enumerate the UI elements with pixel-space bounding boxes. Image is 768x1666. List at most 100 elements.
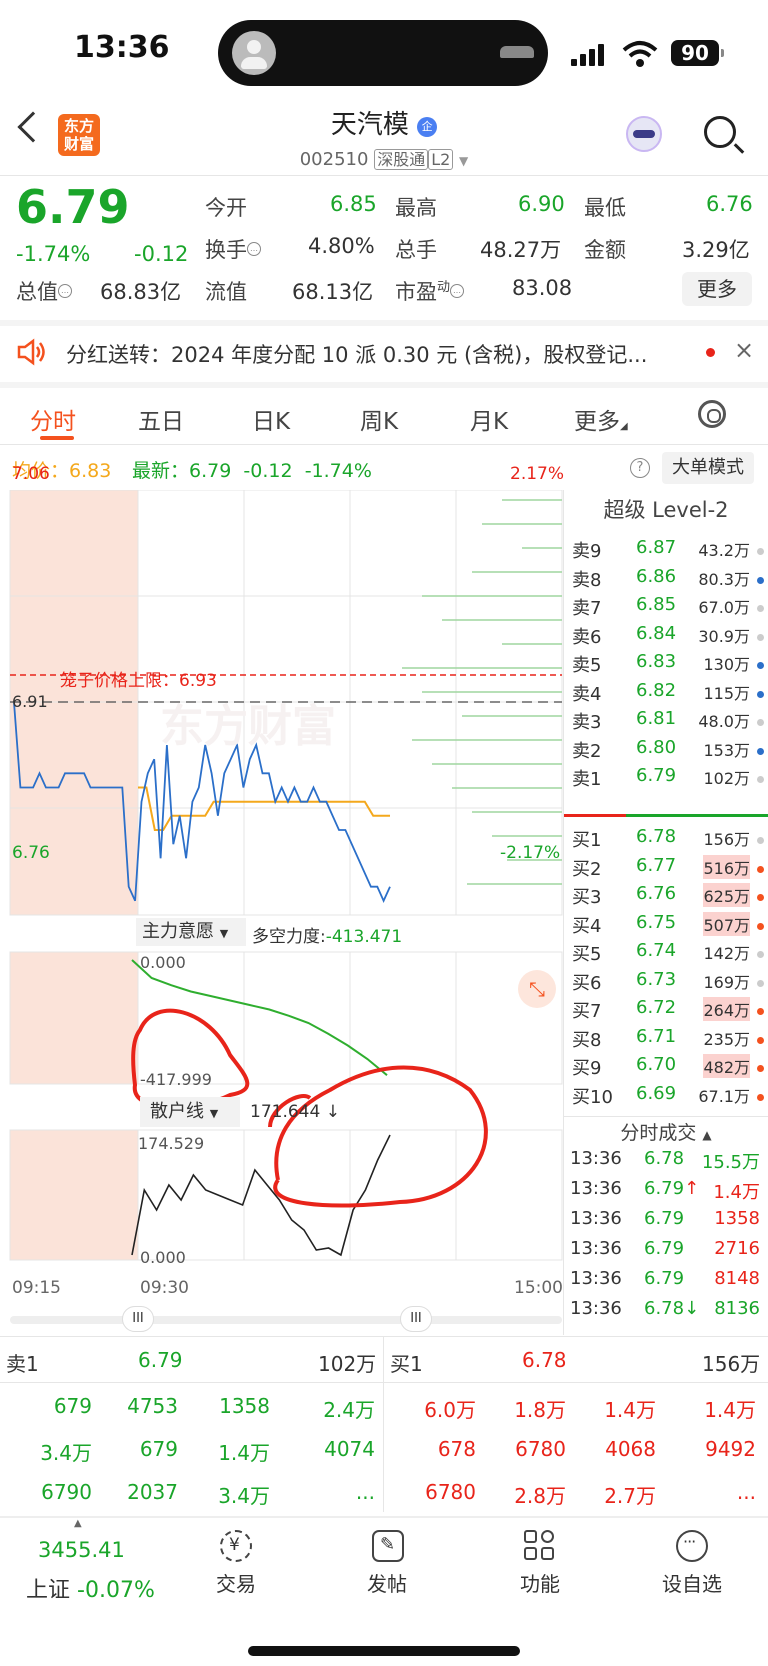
notice-text: 分红送转：2024 年度分配 10 派 0.30 元 (含税)，股权登记...	[66, 343, 648, 367]
bid-level: 买9	[572, 1058, 602, 1079]
bid-row[interactable]: 买6 6.73 169万	[564, 969, 768, 999]
last-price: 6.79	[16, 180, 130, 234]
bid-level: 买10	[572, 1086, 613, 1108]
bid-row[interactable]: 买8 6.71 235万	[564, 1026, 768, 1056]
more-button[interactable]: 更多	[682, 272, 752, 306]
tab-more[interactable]: 更多◢	[574, 402, 628, 436]
notice-bar[interactable]: 分红送转：2024 年度分配 10 派 0.30 元 (含税)，股权登记... …	[0, 322, 768, 382]
trade-icon[interactable]: ¥	[220, 1530, 252, 1562]
volume-label: 总手	[395, 238, 437, 262]
ask-row[interactable]: 卖7 6.85 67.0万	[564, 594, 768, 624]
queue-cell: 2.7万	[604, 1484, 656, 1508]
ask-row[interactable]: 卖2 6.80 153万	[564, 737, 768, 767]
ai-assistant-icon[interactable]	[626, 116, 662, 152]
bid-row[interactable]: 买2 6.77 516万	[564, 854, 768, 885]
tick-time: 13:36	[570, 1268, 622, 1289]
high-value: 6.90	[518, 192, 565, 216]
help-icon[interactable]: ?	[630, 458, 650, 478]
tick-volume: 1358	[714, 1208, 760, 1229]
bid-row[interactable]: 买9 6.70 482万	[564, 1054, 768, 1084]
ask-price: 6.80	[636, 736, 677, 758]
ask-row[interactable]: 卖3 6.81 48.0万	[564, 708, 768, 738]
x-start: 09:15	[12, 1278, 61, 1298]
float-value: 68.13亿	[292, 280, 374, 304]
queue-cell: 4068	[605, 1437, 656, 1461]
ask-level: 卖6	[572, 626, 602, 648]
ask-volume: 153万	[703, 740, 750, 760]
bid-price: 6.71	[636, 1025, 677, 1047]
sz-connect-tag: 深股通	[374, 149, 429, 170]
close-icon[interactable]: ×	[734, 336, 754, 364]
nav-trade[interactable]: 交易	[181, 1568, 291, 1597]
intraday-chart[interactable]	[0, 490, 563, 1325]
nav-post[interactable]: 发帖	[332, 1568, 442, 1597]
amount-label: 金额	[584, 238, 626, 262]
search-icon[interactable]	[704, 116, 736, 148]
ask-row[interactable]: 卖6 6.84 30.9万	[564, 623, 768, 653]
indicator2-selector[interactable]: 散户线 ▼	[140, 1097, 240, 1127]
tab-monthly[interactable]: 月K	[470, 402, 508, 436]
bid-price: 6.74	[636, 940, 677, 961]
tab-intraday[interactable]: 分时	[30, 402, 76, 436]
range-handle-right[interactable]: III	[400, 1306, 432, 1332]
amount-value: 3.29亿	[682, 238, 750, 262]
nav-watchlist[interactable]: 设自选	[637, 1568, 747, 1597]
bid-row[interactable]: 买1 6.78 156万	[564, 826, 768, 856]
functions-icon[interactable]	[524, 1530, 556, 1562]
indicator1-selector[interactable]: 主力意愿 ▼	[136, 918, 246, 946]
settings-icon[interactable]	[698, 400, 726, 428]
bid-row[interactable]: 买4 6.75 507万	[564, 911, 768, 942]
bid-row[interactable]: 买5 6.74 142万	[564, 940, 768, 970]
home-indicator	[248, 1646, 520, 1656]
watchlist-icon[interactable]: ···	[676, 1530, 708, 1562]
status-time: 13:36	[74, 30, 170, 65]
enterprise-badge: 企	[417, 117, 438, 137]
nav-functions[interactable]: 功能	[485, 1568, 595, 1597]
ask-row[interactable]: 卖8 6.86 80.3万	[564, 566, 768, 596]
queue-cell: 2.4万	[323, 1398, 375, 1422]
range-slider-track	[10, 1316, 562, 1324]
ind2-bottom: 0.000	[140, 1248, 186, 1267]
dot-icon	[757, 690, 764, 698]
expand-icon[interactable]: ⤡	[518, 970, 556, 1008]
tick-volume: 15.5万	[701, 1152, 760, 1173]
dot-icon	[757, 922, 764, 930]
dot-icon	[757, 1008, 764, 1015]
range-handle-left[interactable]: III	[122, 1306, 154, 1332]
big-order-mode-button[interactable]: 大单模式	[662, 452, 754, 484]
bid-row[interactable]: 买10 6.69 67.1万	[564, 1083, 768, 1113]
high-label: 最高	[395, 196, 437, 220]
queue-cell: 4074	[324, 1437, 375, 1461]
queue-cell: 6780	[515, 1437, 566, 1461]
ask-volume: 30.9万	[698, 626, 750, 646]
ask-row[interactable]: 卖5 6.83 130万	[564, 651, 768, 681]
tab-5day[interactable]: 五日	[138, 402, 184, 436]
stock-code: 002510	[299, 149, 369, 170]
bid-row[interactable]: 买3 6.76 625万	[564, 883, 768, 913]
ask-row[interactable]: 卖4 6.82 115万	[564, 680, 768, 710]
queue-sell-vol: 102万	[318, 1352, 377, 1376]
bid-price: 6.78	[636, 826, 677, 847]
dot-icon	[757, 662, 764, 669]
volume-value: 48.27万	[480, 238, 562, 262]
ask-price: 6.87	[636, 537, 677, 558]
queue-cell: 1358	[219, 1394, 270, 1418]
post-icon[interactable]: ✎	[372, 1530, 404, 1562]
ask-level: 卖9	[572, 541, 602, 562]
tab-weekly[interactable]: 周K	[360, 402, 398, 436]
queue-cell: ...	[736, 1480, 756, 1504]
turnover-value: 4.80%	[308, 234, 375, 258]
bid-row[interactable]: 买7 6.72 264万	[564, 997, 768, 1027]
ticks-title: 分时成交 ▲	[620, 1122, 712, 1144]
ask-price: 6.81	[636, 708, 677, 729]
bid-volume: 516万	[703, 854, 750, 879]
ask-volume: 80.3万	[698, 569, 750, 589]
queue-sell-price: 6.79	[138, 1348, 183, 1372]
last-value: 6.79	[189, 460, 232, 482]
y-high-label: 7.06	[12, 464, 50, 484]
ask-price: 6.83	[636, 651, 677, 672]
tab-daily[interactable]: 日K	[252, 402, 290, 436]
dot-icon	[757, 1065, 764, 1072]
ask-row[interactable]: 卖1 6.79 102万	[564, 765, 768, 795]
ask-row[interactable]: 卖9 6.87 43.2万	[564, 537, 768, 567]
